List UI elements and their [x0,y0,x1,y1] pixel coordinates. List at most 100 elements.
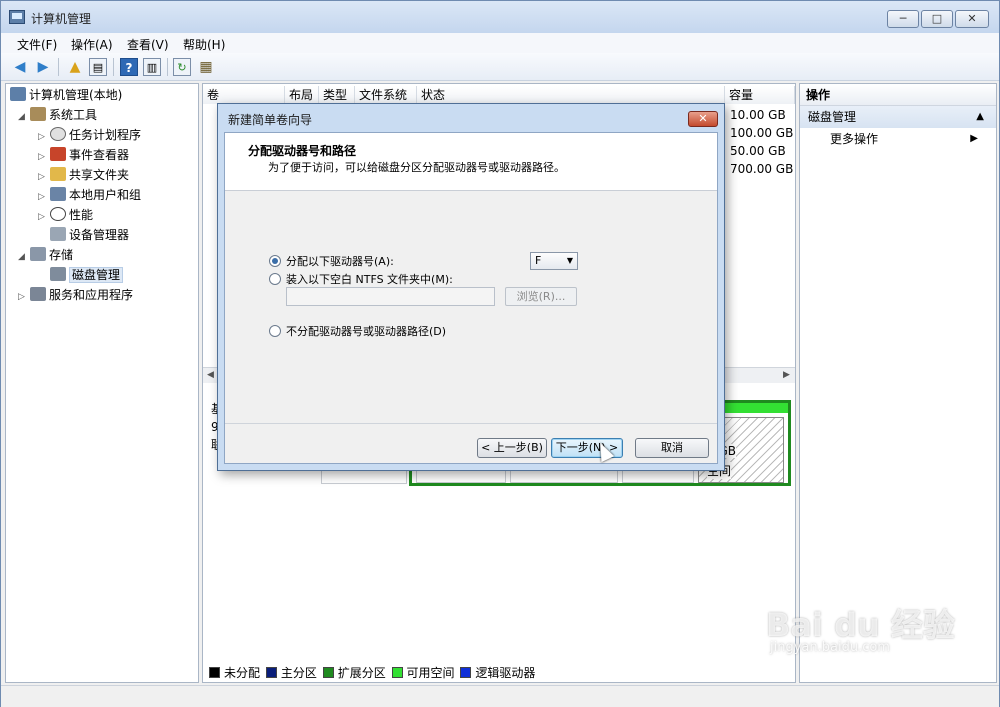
tree-item-shared-folders[interactable]: ▷ 共享文件夹 [38,166,129,184]
collapse-icon[interactable]: ◢ [18,248,30,266]
menu-file[interactable]: 文件(F) [17,36,57,53]
wizard-separator [225,423,717,424]
tree-item-performance[interactable]: ▷ 性能 [38,206,93,224]
tree-item-services-apps[interactable]: ▷ 服务和应用程序 [18,286,133,304]
radio-unselected[interactable] [269,273,281,285]
menu-help[interactable]: 帮助(H) [183,36,225,53]
tree-item-root[interactable]: 计算机管理(本地) [10,86,122,104]
event-viewer-icon [50,147,66,161]
scroll-left-icon[interactable]: ◀ [207,370,214,380]
back-arrow-icon[interactable]: ◀ [11,58,29,76]
status-bar [1,685,999,707]
option-mount-ntfs-folder[interactable]: 装入以下空白 NTFS 文件夹中(M): [269,271,453,287]
forward-arrow-icon[interactable]: ▶ [34,58,52,76]
wizard-close-button[interactable]: ✕ [688,111,718,127]
tree-item-event-viewer[interactable]: ▷ 事件查看器 [38,146,129,164]
show-hide-action-pane-icon[interactable]: ▥ [143,58,161,76]
legend-swatch [322,667,334,678]
expand-icon[interactable]: ▷ [18,288,30,306]
help-icon[interactable]: ? [120,58,138,76]
volume-capacity: 100.00 GB [730,126,794,140]
tree-item-local-users[interactable]: ▷ 本地用户和组 [38,186,141,204]
shared-folder-icon [50,167,66,181]
tree-item-disk-management[interactable]: 磁盘管理 [50,266,124,284]
option-no-drive-letter[interactable]: 不分配驱动器号或驱动器路径(D) [269,323,446,339]
tree-item-task-scheduler[interactable]: ▷ 任务计划程序 [38,126,141,144]
cancel-button[interactable]: 取消 [635,438,709,458]
expand-icon[interactable]: ▷ [38,188,50,206]
radio-selected[interactable] [269,255,281,267]
option-assign-drive-letter[interactable]: 分配以下驱动器号(A): [269,253,394,269]
column-header-capacity[interactable]: 容量 [725,86,795,104]
title-bar: 计算机管理 ─ □ ✕ [1,1,999,33]
disk-properties-icon[interactable]: ▦ [197,58,215,76]
tree-item-storage[interactable]: ◢ 存储 [18,246,73,264]
device-manager-icon [50,227,66,241]
tree-item-device-manager[interactable]: 设备管理器 [50,226,129,244]
folder-path-input[interactable] [286,287,495,306]
menu-bar: 文件(F) 操作(A) 查看(V) 帮助(H) [1,33,999,53]
tree-item-system-tools[interactable]: ◢ 系统工具 [18,106,97,124]
legend-label: 未分配 [224,666,261,680]
up-folder-icon[interactable]: ▲ [66,58,84,76]
minimize-button[interactable]: ─ [887,10,919,28]
services-icon [30,287,46,301]
column-header-filesystem[interactable]: 文件系统 [355,86,417,104]
legend-label: 可用空间 [406,666,455,680]
menu-action[interactable]: 操作(A) [71,36,113,53]
legend-swatch [391,667,403,678]
column-header-volume[interactable]: 卷 [203,86,285,104]
scroll-right-icon[interactable]: ▶ [783,370,790,380]
baidu-jingyan-url: jingyan.baidu.com [770,640,890,655]
toolbar-separator [113,58,114,76]
system-tools-icon [30,107,46,121]
column-header-status[interactable]: 状态 [417,86,725,104]
chevron-down-icon: ▼ [566,256,573,265]
actions-header: 操作 [800,84,996,106]
window-title: 计算机管理 [31,12,92,26]
wizard-body: 分配驱动器号和路径 为了便于访问，可以给磁盘分区分配驱动器号或驱动器路径。 分配… [224,132,718,464]
actions-section-disk-management[interactable]: 磁盘管理 ▲ [800,106,996,128]
storage-icon [30,247,46,261]
volume-capacity: 50.00 GB [730,144,786,158]
collapse-up-icon[interactable]: ▲ [976,106,984,128]
toolbar-separator [167,58,168,76]
column-header-layout[interactable]: 布局 [285,86,319,104]
wizard-subheading: 为了便于访问，可以给磁盘分区分配驱动器号或驱动器路径。 [268,161,565,174]
legend-label: 逻辑驱动器 [475,666,536,680]
users-icon [50,187,66,201]
close-button[interactable]: ✕ [955,10,989,28]
legend-label: 主分区 [280,666,317,680]
expand-icon[interactable]: ▷ [38,148,50,166]
menu-view[interactable]: 查看(V) [127,36,169,53]
back-button[interactable]: < 上一步(B) [477,438,547,458]
partition-legend: 未分配 主分区 扩展分区 可用空间 逻辑驱动器 [207,664,535,681]
volume-capacity: 10.00 GB [730,108,786,122]
browse-button[interactable]: 浏览(R)... [505,287,577,306]
collapse-icon[interactable]: ◢ [18,108,30,126]
refresh-icon[interactable]: ↻ [173,58,191,76]
expand-icon[interactable]: ▷ [38,168,50,186]
wizard-title: 新建简单卷向导 [228,113,313,127]
maximize-button[interactable]: □ [921,10,953,28]
clock-icon [50,127,66,141]
expand-icon[interactable]: ▷ [38,128,50,146]
disk-management-icon [50,267,66,281]
drive-letter-select[interactable]: F ▼ [530,252,578,270]
toolbar-separator [58,58,59,76]
computer-management-icon [9,10,25,24]
volume-capacity: 700.00 GB [730,162,794,176]
legend-swatch [209,667,220,678]
computer-icon [10,87,26,101]
show-hide-tree-icon[interactable]: ▤ [89,58,107,76]
legend-label: 扩展分区 [337,666,386,680]
radio-unselected[interactable] [269,325,281,337]
legend-swatch [265,667,277,678]
expand-icon[interactable]: ▷ [38,208,50,226]
wizard-heading: 分配驱动器号和路径 [248,144,357,158]
toolbar: ◀ ▶ ▲ ▤ ? ▥ ↻ ▦ [1,53,999,81]
more-actions-item[interactable]: 更多操作 ▶ [800,128,996,150]
column-header-type[interactable]: 类型 [319,86,355,104]
submenu-arrow-icon: ▶ [970,133,978,144]
navigation-tree: 计算机管理(本地) ◢ 系统工具 ▷ 任务计划程序 ▷ 事件查看器 ▷ 共享文件夹 ▷ 本… [5,83,199,683]
